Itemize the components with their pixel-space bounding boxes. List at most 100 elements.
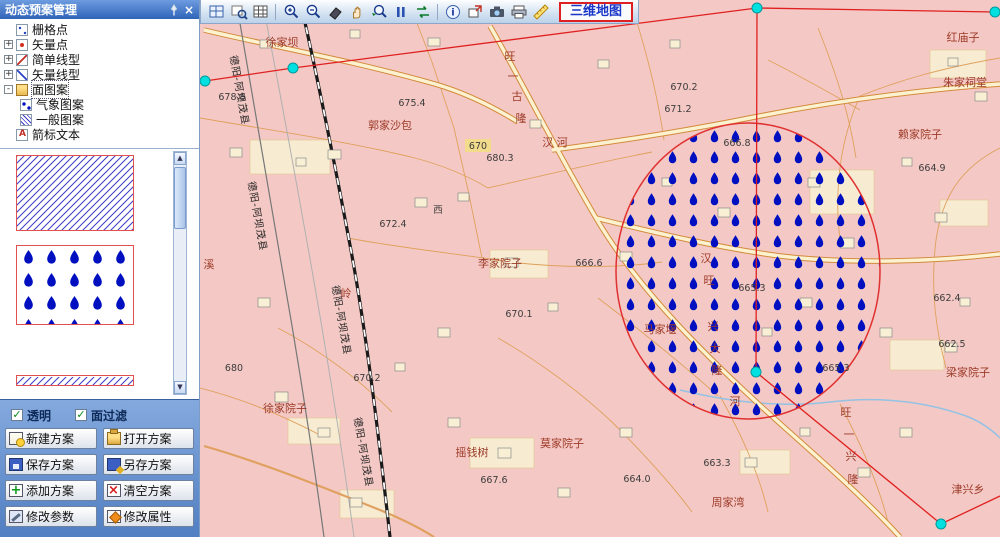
tree-item-arrow-text[interactable]: 箭标文本 xyxy=(4,127,199,142)
swap-icon[interactable] xyxy=(412,2,433,22)
plan-manager-panel: 动态预案管理 × 栅格点 + 矢量点 + 简单线型 xyxy=(0,0,200,537)
svg-text:662.5: 662.5 xyxy=(938,339,965,350)
zoom-window-icon[interactable] xyxy=(228,2,249,22)
svg-text:朱家祠堂: 朱家祠堂 xyxy=(943,75,987,89)
collapse-icon[interactable]: - xyxy=(4,85,13,94)
svg-text:670.1: 670.1 xyxy=(505,309,532,320)
erase-icon[interactable] xyxy=(324,2,345,22)
svg-text:一: 一 xyxy=(508,70,519,83)
close-icon[interactable]: × xyxy=(184,4,194,16)
save-plan-button[interactable]: 保存方案 xyxy=(5,454,97,475)
expand-icon[interactable]: + xyxy=(4,70,13,79)
scroll-thumb[interactable] xyxy=(174,167,186,229)
grid-point-icon xyxy=(16,24,28,36)
svg-text:664.9: 664.9 xyxy=(918,163,945,174)
info-icon[interactable]: i xyxy=(442,2,463,22)
checkbox-label: 透明 xyxy=(27,407,51,424)
toolbar-separator xyxy=(437,4,438,20)
new-plan-icon xyxy=(9,432,23,445)
svg-text:莫家院子: 莫家院子 xyxy=(540,436,584,450)
grid-icon[interactable] xyxy=(250,2,271,22)
svg-text:汉: 汉 xyxy=(701,252,712,265)
tree-item-general-pattern[interactable]: 一般图案 xyxy=(4,112,199,127)
svg-text:河: 河 xyxy=(730,395,741,408)
save-map-icon[interactable] xyxy=(206,2,227,22)
svg-text:670.2: 670.2 xyxy=(670,82,697,93)
svg-text:兴: 兴 xyxy=(708,320,719,333)
tree-item-vector-line[interactable]: + 矢量线型 xyxy=(4,67,199,82)
svg-text:徐家坝: 徐家坝 xyxy=(266,35,299,49)
export-icon[interactable] xyxy=(464,2,485,22)
tree-item-weather-pattern[interactable]: 气象图案 xyxy=(4,97,199,112)
zoom-in-icon[interactable] xyxy=(280,2,301,22)
pin-icon[interactable] xyxy=(168,4,180,16)
zoom-out-icon[interactable] xyxy=(302,2,323,22)
pause-icon[interactable] xyxy=(390,2,411,22)
expand-icon[interactable]: + xyxy=(4,40,13,49)
expand-icon[interactable]: + xyxy=(4,55,13,64)
svg-text:郭家沙包: 郭家沙包 xyxy=(368,118,412,132)
print-icon[interactable] xyxy=(508,2,529,22)
new-plan-button[interactable]: 新建方案 xyxy=(5,428,97,449)
pan-icon[interactable] xyxy=(346,2,367,22)
pattern-list-scrollbar[interactable]: ▲ ▼ xyxy=(173,151,187,395)
tree-item-simple-line[interactable]: + 简单线型 xyxy=(4,52,199,67)
transparent-checkbox[interactable]: ✓ 透明 xyxy=(11,407,51,424)
svg-text:680.3: 680.3 xyxy=(486,153,513,164)
svg-text:671.2: 671.2 xyxy=(664,104,691,115)
svg-text:兴: 兴 xyxy=(846,450,857,463)
svg-text:675.4: 675.4 xyxy=(398,98,425,109)
svg-text:津兴乡: 津兴乡 xyxy=(952,483,985,496)
map-canvas[interactable]: 德阳-阿坝茂县德阳-阿坝茂县德阳-阿坝茂县德阳-阿坝茂县678.8675.467… xyxy=(200,0,1000,537)
edit-attrs-button[interactable]: 修改属性 xyxy=(103,506,195,527)
pattern-swatch-drops[interactable] xyxy=(16,245,134,325)
open-plan-icon xyxy=(107,432,121,445)
svg-text:旺: 旺 xyxy=(841,406,852,419)
scroll-up-icon[interactable]: ▲ xyxy=(174,152,186,165)
plan-controls: ✓ 透明 ✓ 面过滤 新建方案 打开方案 保存方案 另存方案 添加方案 清空方案… xyxy=(0,399,199,537)
map-svg[interactable]: 德阳-阿坝茂县德阳-阿坝茂县德阳-阿坝茂县德阳-阿坝茂县678.8675.467… xyxy=(200,0,1000,537)
svg-text:670: 670 xyxy=(469,141,487,152)
scroll-track[interactable] xyxy=(174,165,186,381)
measure-icon[interactable] xyxy=(530,2,551,22)
svg-text:一: 一 xyxy=(844,428,855,441)
tree-item-label: 箭标文本 xyxy=(32,126,80,143)
svg-text:汉 河: 汉 河 xyxy=(542,136,568,149)
svg-text:隆: 隆 xyxy=(516,111,527,125)
vector-line-icon xyxy=(16,69,28,81)
svg-text:古: 古 xyxy=(512,90,523,103)
vector-point-icon xyxy=(16,39,28,51)
tree-item-vector-point[interactable]: + 矢量点 xyxy=(4,37,199,52)
pattern-preview-list: ▲ ▼ xyxy=(0,149,199,399)
folder-icon xyxy=(16,84,28,96)
map-toolbar: i 三维地图 xyxy=(200,0,639,24)
map-3d-button[interactable]: 三维地图 xyxy=(559,2,633,22)
pattern-swatch-partial[interactable] xyxy=(16,375,134,386)
tree-item-area-pattern[interactable]: - 面图案 xyxy=(4,82,199,97)
clear-plan-button[interactable]: 清空方案 xyxy=(103,480,195,501)
svg-text:旺: 旺 xyxy=(505,50,516,63)
svg-text:隆: 隆 xyxy=(848,472,859,486)
pattern-swatch-hatch[interactable] xyxy=(16,155,134,231)
check-icon: ✓ xyxy=(75,409,87,421)
panel-title: 动态预案管理 xyxy=(5,1,168,18)
svg-text:红庙子: 红庙子 xyxy=(947,30,980,44)
scroll-down-icon[interactable]: ▼ xyxy=(174,381,186,394)
svg-text:662.4: 662.4 xyxy=(933,293,960,304)
open-plan-button[interactable]: 打开方案 xyxy=(103,428,195,449)
area-filter-checkbox[interactable]: ✓ 面过滤 xyxy=(75,407,127,424)
saveas-plan-button[interactable]: 另存方案 xyxy=(103,454,195,475)
snapshot-icon[interactable] xyxy=(486,2,507,22)
svg-text:666.8: 666.8 xyxy=(723,138,750,149)
tree-item-grid-point[interactable]: 栅格点 xyxy=(4,22,199,37)
svg-text:664.0: 664.0 xyxy=(623,474,650,485)
svg-text:周家湾: 周家湾 xyxy=(712,495,745,509)
svg-text:赖家院子: 赖家院子 xyxy=(898,127,942,141)
plan-pattern-zone[interactable] xyxy=(616,123,880,419)
add-plan-button[interactable]: 添加方案 xyxy=(5,480,97,501)
edit-params-button[interactable]: 修改参数 xyxy=(5,506,97,527)
save-plan-icon xyxy=(9,458,23,471)
svg-text:678.8: 678.8 xyxy=(218,92,245,103)
zoom-back-icon[interactable] xyxy=(368,2,389,22)
svg-text:670.2: 670.2 xyxy=(353,373,380,384)
